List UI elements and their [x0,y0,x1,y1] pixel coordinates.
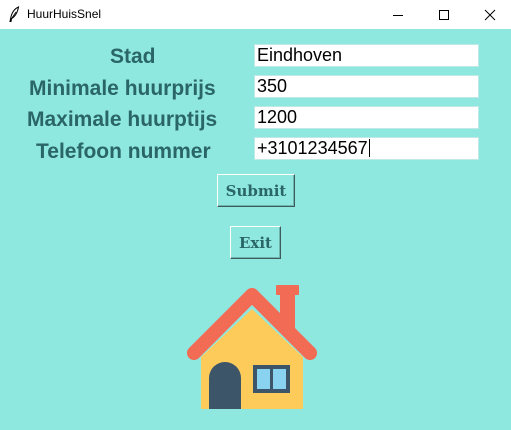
city-input-value: Eindhoven [257,45,343,65]
feather-icon [9,6,20,22]
city-label: Stad [110,45,156,68]
submit-button[interactable]: Submit [217,174,295,207]
app-window: HuurHuisSnel Stad Minimale huurprijs Max… [0,0,511,430]
close-icon [484,9,496,20]
phone-input-value: +3101234567 [257,138,368,158]
minimize-button[interactable] [375,0,421,29]
phone-label: Telefoon nummer [36,140,211,163]
title-bar[interactable]: HuurHuisSnel [0,0,511,29]
house-icon [187,285,317,409]
max-rent-label: Maximale huurptijs [27,108,218,131]
min-rent-input-value: 350 [257,76,288,96]
close-button[interactable] [467,0,511,29]
min-rent-input[interactable]: 350 [254,75,479,98]
exit-button[interactable]: Exit [230,226,281,259]
min-rent-label: Minimale huurprijs [29,77,216,100]
maximize-icon [439,9,449,20]
phone-input[interactable]: +3101234567 [254,137,479,160]
city-input[interactable]: Eindhoven [254,44,479,67]
max-rent-input-value: 1200 [257,107,298,127]
maximize-button[interactable] [421,0,467,29]
text-cursor [368,139,370,157]
minimize-icon [393,14,403,16]
window-title: HuurHuisSnel [27,7,102,21]
max-rent-input[interactable]: 1200 [254,106,479,129]
